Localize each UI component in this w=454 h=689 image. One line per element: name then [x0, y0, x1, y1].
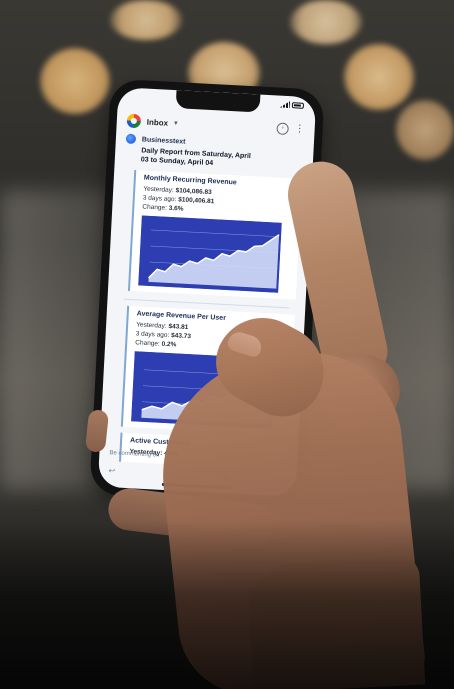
mrr-chart-svg: [138, 215, 282, 293]
mrr-chart: [138, 215, 282, 293]
mailbox-label[interactable]: Inbox: [147, 117, 169, 127]
metric-value: 3.6%: [168, 204, 184, 213]
metric-label: Change:: [142, 203, 168, 212]
sender-name: Businesstext: [141, 135, 186, 146]
signal-icon: [280, 101, 290, 109]
status-icons: [280, 101, 305, 109]
more-icon[interactable]: ⋮: [294, 123, 305, 136]
metric-label: Change:: [135, 339, 160, 348]
bokeh-light: [40, 48, 110, 114]
shadow-overlay: [0, 520, 454, 689]
chevron-down-icon[interactable]: ▾: [174, 119, 178, 127]
battery-icon: [291, 101, 305, 109]
bokeh-light: [396, 100, 454, 160]
reply-text: Be commenting on: [109, 450, 160, 459]
bokeh-light: [344, 44, 414, 110]
metric-value: $43.81: [168, 323, 189, 332]
bokeh-light: [110, 0, 182, 40]
reply-icon[interactable]: ↩: [108, 466, 115, 475]
bokeh-light: [290, 0, 362, 44]
photo-scene: Inbox ▾ ◦ ⋮ Businesstext Daily Report fr…: [0, 0, 454, 689]
mail-app-icon[interactable]: [126, 113, 142, 129]
metric-value: 0.2%: [161, 340, 177, 349]
metric-value: $43.73: [170, 332, 192, 341]
metric-card-mrr: Monthly Recurring Revenue Yesterday: $10…: [127, 170, 303, 300]
account-icon[interactable]: ◦: [276, 122, 289, 136]
avatar[interactable]: [125, 133, 137, 145]
